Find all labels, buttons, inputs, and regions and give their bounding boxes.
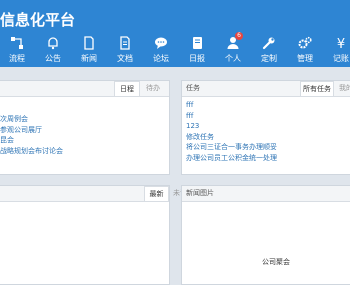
svg-text:¥: ¥ bbox=[337, 37, 345, 50]
nav-item-workflow[interactable]: 流程 bbox=[2, 36, 32, 66]
main-nav: 流程 公告 新闻 文档 论坛 日报 6 个人 定制 管理 ¥ 记账 bbox=[0, 32, 350, 66]
nav-label: 流程 bbox=[9, 54, 25, 63]
schedule-list: 次周例会 参观公司展厅 昆会 战略规划会布讨论会 bbox=[0, 114, 169, 156]
panel-header: 任务 所有任务 我的 bbox=[182, 81, 350, 97]
task-panel: 任务 所有任务 我的 fff fff 123 修改任务 将公司三证合一事务办理顺… bbox=[181, 80, 350, 175]
nav-label: 定制 bbox=[261, 54, 277, 63]
nav-label: 论坛 bbox=[153, 54, 169, 63]
panel-header: 日程 待办 bbox=[0, 81, 169, 97]
list-item[interactable]: fff bbox=[186, 100, 350, 111]
list-item[interactable]: 战略规划会布讨论会 bbox=[0, 146, 169, 157]
news-picture-panel: 新闻图片 bbox=[181, 185, 350, 285]
list-item[interactable]: 办理公司员工公积金统一处理 bbox=[186, 153, 350, 164]
workflow-icon bbox=[11, 37, 23, 49]
nav-label: 新闻 bbox=[81, 54, 97, 63]
list-item[interactable]: 参观公司展厅 bbox=[0, 125, 169, 136]
nav-item-customize[interactable]: 定制 bbox=[254, 36, 284, 66]
document-icon bbox=[84, 36, 94, 50]
top-header: 信息化平台 流程 公告 新闻 文档 论坛 日报 6 个人 定制 管理 ¥ 记账 bbox=[0, 0, 350, 67]
panel-header: 最新 未读 bbox=[0, 186, 187, 202]
list-item[interactable]: 修改任务 bbox=[186, 132, 350, 143]
nav-label: 日报 bbox=[189, 54, 205, 63]
notification-badge: 6 bbox=[235, 32, 243, 40]
bell-icon bbox=[48, 37, 58, 50]
chat-icon bbox=[155, 37, 167, 49]
tab-todo[interactable]: 待办 bbox=[140, 81, 166, 96]
nav-item-personal[interactable]: 6 个人 bbox=[218, 32, 248, 66]
nav-item-admin[interactable]: 管理 bbox=[290, 36, 320, 66]
nav-item-news[interactable]: 新闻 bbox=[74, 36, 104, 66]
tab-schedule[interactable]: 日程 bbox=[114, 81, 140, 96]
nav-item-notice[interactable]: 公告 bbox=[38, 36, 68, 66]
news-panel: 最新 未读 bbox=[0, 185, 187, 285]
nav-label: 管理 bbox=[297, 54, 313, 63]
nav-item-daily-report[interactable]: 日报 bbox=[182, 36, 212, 66]
nav-item-forum[interactable]: 论坛 bbox=[146, 36, 176, 66]
book-icon bbox=[193, 37, 202, 49]
app-title: 信息化平台 bbox=[0, 11, 76, 29]
gears-icon bbox=[298, 36, 312, 49]
tab-my-tasks[interactable]: 我的 bbox=[336, 81, 350, 96]
picture-caption[interactable]: 公司聚会 bbox=[262, 257, 290, 267]
tab-all-tasks[interactable]: 所有任务 bbox=[300, 81, 334, 96]
list-item[interactable]: 次周例会 bbox=[0, 114, 169, 125]
list-item[interactable]: fff bbox=[186, 111, 350, 122]
nav-label: 文档 bbox=[117, 54, 133, 63]
nav-item-accounting[interactable]: ¥ 记账 bbox=[326, 36, 350, 66]
schedule-panel: 日程 待办 次周例会 参观公司展厅 昆会 战略规划会布讨论会 bbox=[0, 80, 170, 175]
list-item[interactable]: 昆会 bbox=[0, 135, 169, 146]
list-item[interactable]: 将公司三证合一事务办理顺妥 bbox=[186, 142, 350, 153]
panel-header: 新闻图片 bbox=[182, 186, 350, 202]
nav-label: 个人 bbox=[225, 54, 241, 63]
nav-label: 记账 bbox=[333, 54, 349, 63]
yen-icon: ¥ bbox=[337, 37, 345, 50]
list-item[interactable]: 123 bbox=[186, 121, 350, 132]
panel-title: 新闻图片 bbox=[186, 189, 214, 197]
wrench-icon bbox=[262, 37, 275, 50]
tab-latest[interactable]: 最新 bbox=[144, 186, 169, 201]
panel-title: 任务 bbox=[186, 84, 200, 92]
nav-label: 公告 bbox=[45, 54, 61, 63]
task-list: fff fff 123 修改任务 将公司三证合一事务办理顺妥 办理公司员工公积金… bbox=[186, 100, 350, 163]
folder-doc-icon bbox=[120, 36, 130, 50]
nav-item-docs[interactable]: 文档 bbox=[110, 36, 140, 66]
